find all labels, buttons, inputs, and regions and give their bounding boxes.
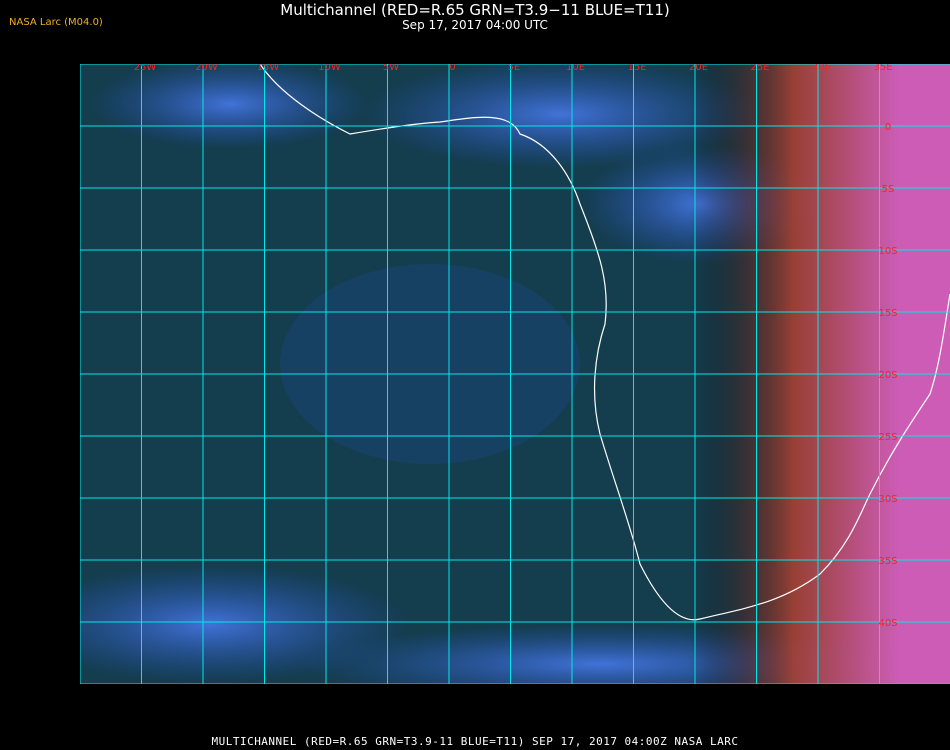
longitude-label: 0	[449, 64, 455, 73]
longitude-label: 25E	[750, 64, 769, 73]
longitude-label: 20E	[689, 64, 708, 73]
longitude-label: 35E	[873, 64, 892, 73]
latitude-label: 10S	[878, 246, 897, 257]
latitude-label: 40S	[878, 618, 897, 629]
longitude-label: 5W	[383, 64, 399, 73]
longitude-label: 30E	[812, 64, 831, 73]
image-title: Multichannel (RED=R.65 GRN=T3.9−11 BLUE=…	[280, 1, 670, 19]
latitude-label: 0	[885, 122, 891, 133]
longitude-label: 15W	[257, 64, 280, 73]
latitude-label: 15S	[878, 308, 897, 319]
footer-label: MULTICHANNEL (RED=R.65 GRN=T3.9-11 BLUE=…	[211, 735, 739, 748]
longitude-label: 5E	[508, 64, 521, 73]
longitude-label: 25W	[134, 64, 157, 73]
longitude-label: 10W	[318, 64, 341, 73]
latitude-label: 20S	[878, 370, 897, 381]
latitude-label: 35S	[878, 556, 897, 567]
image-timestamp: Sep 17, 2017 04:00 UTC	[402, 18, 548, 32]
longitude-label: 10E	[566, 64, 585, 73]
latitude-label: 30S	[878, 494, 897, 505]
bottom-black-strip	[80, 684, 950, 728]
longitude-label: 15E	[627, 64, 646, 73]
source-label: NASA Larc (M04.0)	[9, 17, 103, 28]
satellite-map[interactable]: 25W 20W 15W 10W 5W 0 5E 10E 15E 20E 25E 30E 35E 0 5S 1…	[10, 59, 950, 704]
latitude-label: 25S	[878, 432, 897, 443]
longitude-label: 20W	[195, 64, 218, 73]
satellite-map-canvas: 25W 20W 15W 10W 5W 0 5E 10E 15E 20E 25E 30E 35E 0 5S 1…	[10, 59, 950, 704]
latitude-label: 5S	[882, 184, 895, 195]
